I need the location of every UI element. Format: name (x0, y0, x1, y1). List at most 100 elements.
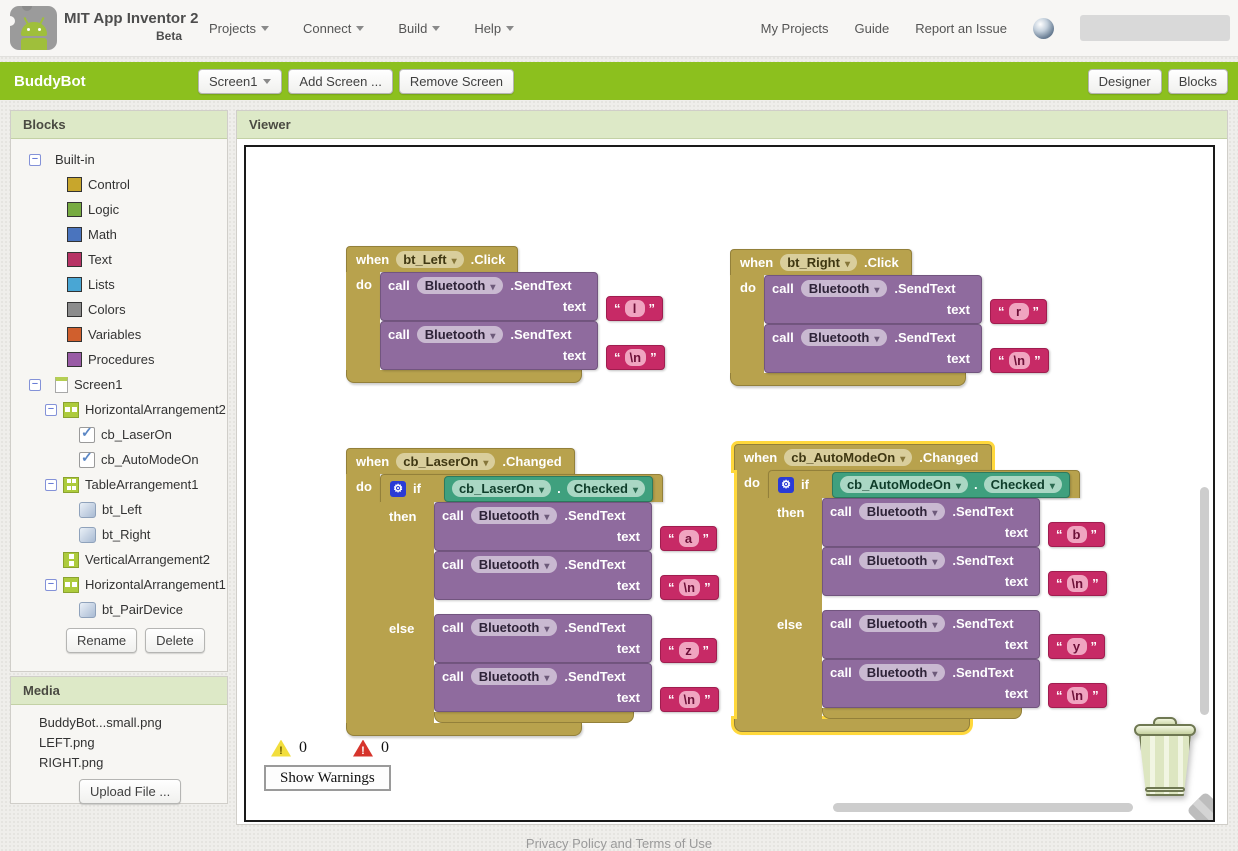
menu-build[interactable]: Build (398, 21, 441, 36)
component-dropdown[interactable]: cb_LaserOn (396, 453, 496, 470)
property-dropdown[interactable]: Checked (983, 476, 1062, 493)
footer-links[interactable]: Privacy Policy and Terms of Use (0, 836, 1238, 851)
tree-category-colors[interactable]: Colors (11, 297, 227, 322)
blocks-button[interactable]: Blocks (1167, 68, 1228, 94)
add-screen-button[interactable]: Add Screen ... (288, 68, 393, 94)
text-string-block[interactable]: r (990, 299, 1047, 324)
component-dropdown[interactable]: cb_AutoModeOn (784, 449, 913, 466)
call-sendtext-block[interactable]: call Bluetooth .SendText text \n (434, 551, 719, 600)
text-string-block[interactable]: \n (1048, 571, 1107, 596)
call-sendtext-block[interactable]: call Bluetooth .SendText text a (434, 502, 717, 551)
mutator-gear-icon[interactable] (778, 476, 794, 493)
language-globe-icon[interactable] (1033, 17, 1054, 39)
my-projects-link[interactable]: My Projects (761, 21, 829, 36)
mutator-gear-icon[interactable] (390, 480, 406, 497)
component-dropdown[interactable]: cb_AutoModeOn (839, 476, 968, 493)
bluetooth-dropdown[interactable]: Bluetooth (470, 619, 558, 636)
bluetooth-dropdown[interactable]: Bluetooth (858, 615, 946, 632)
tree-category-text[interactable]: Text (11, 247, 227, 272)
screen-selector-button[interactable]: Screen1 (198, 68, 283, 94)
tree-category-variables[interactable]: Variables (11, 322, 227, 347)
text-string-block[interactable]: b (1048, 522, 1105, 547)
trash-can-icon[interactable] (1132, 717, 1198, 799)
text-string-block[interactable]: \n (660, 575, 719, 600)
tree-cb-laseron[interactable]: cb_LaserOn (11, 422, 227, 447)
call-sendtext-block[interactable]: call Bluetooth .SendText text z (434, 614, 717, 663)
tree-screen1[interactable]: Screen1 (11, 372, 227, 397)
checked-property-block[interactable]: cb_LaserOn . Checked (443, 475, 653, 502)
collapse-icon[interactable] (45, 578, 57, 591)
bluetooth-dropdown[interactable]: Bluetooth (800, 280, 888, 297)
bluetooth-dropdown[interactable]: Bluetooth (858, 552, 946, 569)
guide-link[interactable]: Guide (855, 21, 890, 36)
text-string-block[interactable]: l (606, 296, 663, 321)
tree-category-control[interactable]: Control (11, 172, 227, 197)
component-dropdown[interactable]: bt_Right (780, 254, 857, 271)
property-dropdown[interactable]: Checked (566, 480, 645, 497)
collapse-icon[interactable] (29, 378, 41, 391)
rename-button[interactable]: Rename (66, 628, 138, 653)
bluetooth-dropdown[interactable]: Bluetooth (470, 668, 558, 685)
bluetooth-dropdown[interactable]: Bluetooth (470, 507, 558, 524)
text-string-block[interactable]: \n (660, 687, 719, 712)
tree-category-math[interactable]: Math (11, 222, 227, 247)
text-string-block[interactable]: \n (606, 345, 665, 370)
collapse-icon[interactable] (45, 478, 57, 491)
call-sendtext-block[interactable]: call Bluetooth .SendText text \n (764, 324, 1049, 373)
text-string-block[interactable]: z (660, 638, 717, 663)
checked-property-block[interactable]: cb_AutoModeOn . Checked (831, 471, 1070, 498)
tree-category-logic[interactable]: Logic (11, 197, 227, 222)
call-sendtext-block[interactable]: call Bluetooth .SendText text \n (380, 321, 665, 370)
if-else-block[interactable]: if cb_AutoModeOn . Checked then (768, 470, 1107, 719)
bluetooth-dropdown[interactable]: Bluetooth (416, 326, 504, 343)
call-sendtext-block[interactable]: call Bluetooth .SendText text y (822, 610, 1105, 659)
delete-button[interactable]: Delete (145, 628, 205, 653)
call-sendtext-block[interactable]: call Bluetooth .SendText text \n (434, 663, 719, 712)
bluetooth-dropdown[interactable]: Bluetooth (416, 277, 504, 294)
when-cb-laseron-changed-block[interactable]: when cb_LaserOn .Changed do if cb_LaserO… (346, 448, 719, 736)
call-sendtext-block[interactable]: call Bluetooth .SendText text b (822, 498, 1105, 547)
bluetooth-dropdown[interactable]: Bluetooth (800, 329, 888, 346)
bluetooth-dropdown[interactable]: Bluetooth (470, 556, 558, 573)
when-bt-left-click-block[interactable]: when bt_Left .Click do call Bluetooth .S… (346, 246, 665, 383)
text-string-block[interactable]: \n (990, 348, 1049, 373)
show-warnings-button[interactable]: Show Warnings (264, 765, 391, 791)
menu-projects[interactable]: Projects (209, 21, 269, 36)
text-string-block[interactable]: \n (1048, 683, 1107, 708)
horizontal-scrollbar[interactable] (833, 803, 1133, 812)
tree-horizontalarrangement2[interactable]: HorizontalArrangement2 (11, 397, 227, 422)
bluetooth-dropdown[interactable]: Bluetooth (858, 664, 946, 681)
collapse-icon[interactable] (45, 403, 57, 416)
designer-button[interactable]: Designer (1087, 68, 1162, 94)
when-cb-automodeon-changed-block[interactable]: when cb_AutoModeOn .Changed do if cb_Aut… (734, 444, 1107, 732)
tree-bt-left[interactable]: bt_Left (11, 497, 227, 522)
tree-verticalarrangement2[interactable]: VerticalArrangement2 (11, 547, 227, 572)
remove-screen-button[interactable]: Remove Screen (398, 68, 515, 94)
call-sendtext-block[interactable]: call Bluetooth .SendText text \n (822, 547, 1107, 596)
menu-help[interactable]: Help (474, 21, 515, 36)
tree-cb-automodeon[interactable]: cb_AutoModeOn (11, 447, 227, 472)
menu-connect[interactable]: Connect (303, 21, 365, 36)
upload-file-button[interactable]: Upload File ... (79, 779, 182, 804)
call-sendtext-block[interactable]: call Bluetooth .SendText text r (764, 275, 1047, 324)
tree-category-lists[interactable]: Lists (11, 272, 227, 297)
tree-horizontalarrangement1[interactable]: HorizontalArrangement1 (11, 572, 227, 597)
text-string-block[interactable]: y (1048, 634, 1105, 659)
bluetooth-dropdown[interactable]: Bluetooth (858, 503, 946, 520)
tree-builtin[interactable]: Built-in (11, 147, 227, 172)
vertical-scrollbar[interactable] (1200, 487, 1209, 715)
text-string-block[interactable]: a (660, 526, 717, 551)
user-account-box[interactable] (1080, 15, 1230, 41)
tree-bt-pairdevice[interactable]: bt_PairDevice (11, 597, 227, 622)
component-dropdown[interactable]: bt_Left (396, 251, 464, 268)
blocks-canvas[interactable]: when bt_Left .Click do call Bluetooth .S… (244, 145, 1215, 822)
when-bt-right-click-block[interactable]: when bt_Right .Click do call Bluetooth .… (730, 249, 1049, 386)
component-dropdown[interactable]: cb_LaserOn (451, 480, 552, 497)
tree-category-procedures[interactable]: Procedures (11, 347, 227, 372)
if-else-block[interactable]: if cb_LaserOn . Checked then (380, 474, 719, 723)
media-file[interactable]: BuddyBot...small.png (39, 713, 227, 733)
media-file[interactable]: RIGHT.png (39, 753, 227, 773)
tree-tablearrangement1[interactable]: TableArrangement1 (11, 472, 227, 497)
report-issue-link[interactable]: Report an Issue (915, 21, 1007, 36)
media-file[interactable]: LEFT.png (39, 733, 227, 753)
